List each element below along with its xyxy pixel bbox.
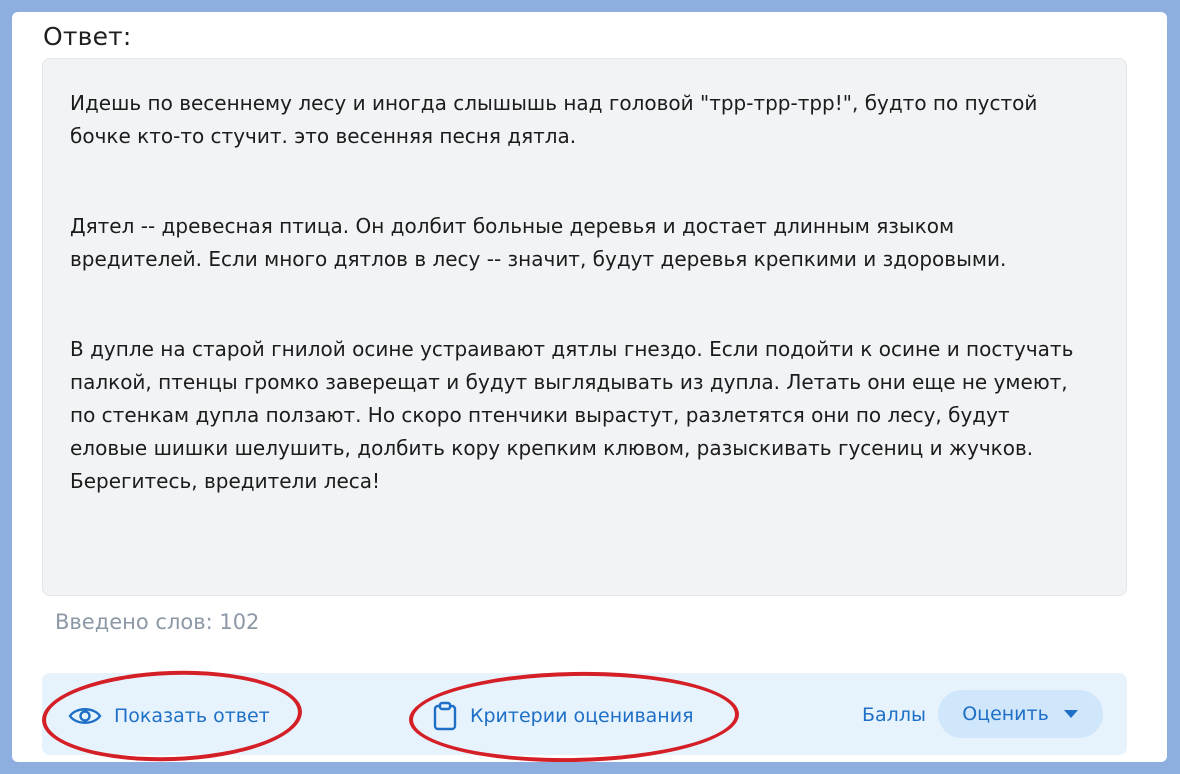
rate-dropdown-button[interactable]: Оценить bbox=[938, 690, 1103, 738]
score-label: Баллы bbox=[862, 704, 926, 726]
answer-paragraph-3: В дупле на старой гнилой осине устраиваю… bbox=[70, 337, 1074, 493]
caret-down-icon bbox=[1063, 709, 1079, 719]
answer-paragraph-1: Идешь по весеннему лесу и иногда слышышь… bbox=[70, 91, 1038, 148]
clipboard-icon bbox=[432, 701, 458, 731]
grading-criteria-button[interactable]: Критерии оценивания bbox=[432, 696, 694, 736]
answer-paragraph-2: Дятел -- древесная птица. Он долбит боль… bbox=[70, 214, 1007, 271]
show-answer-label: Показать ответ bbox=[114, 705, 270, 727]
answer-card: Ответ: Идешь по весеннему лесу и иногда … bbox=[12, 12, 1167, 762]
grading-criteria-label: Критерии оценивания bbox=[470, 705, 694, 727]
answer-label: Ответ: bbox=[43, 22, 132, 51]
word-count: Введено слов: 102 bbox=[55, 610, 260, 634]
answer-text-area[interactable]: Идешь по весеннему лесу и иногда слышышь… bbox=[42, 58, 1127, 596]
show-answer-button[interactable]: Показать ответ bbox=[68, 696, 270, 736]
answer-toolbar: Показать ответ Критерии оценивания Баллы… bbox=[42, 673, 1127, 755]
eye-icon bbox=[68, 705, 102, 727]
rate-button-label: Оценить bbox=[962, 703, 1049, 725]
